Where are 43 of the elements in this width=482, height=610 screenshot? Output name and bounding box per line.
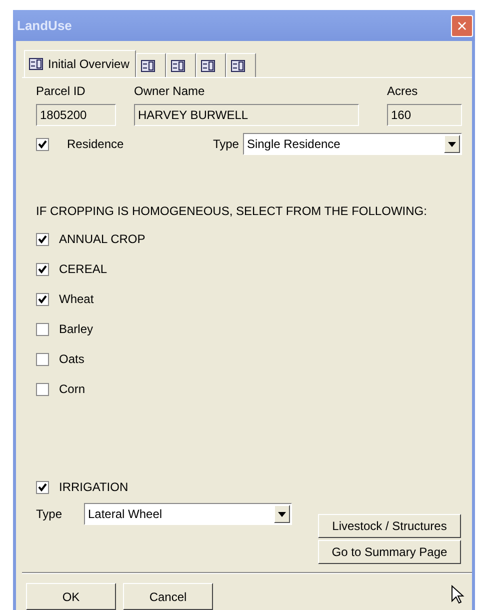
checkbox[interactable] [36,322,49,336]
checkbox-label: Barley [59,321,94,338]
dialog-button[interactable]: OK [26,583,116,610]
form-icon [201,60,216,72]
input-field[interactable]: 160 [387,104,462,126]
field-label: Acres [387,83,419,100]
checkbox-label: IRRIGATION [59,479,128,496]
form-icon [141,60,156,72]
tab[interactable] [226,53,256,77]
action-button[interactable]: Livestock / Structures [318,514,461,538]
tab[interactable]: Initial Overview [24,50,136,77]
checkbox[interactable] [36,138,49,150]
checkbox-label: Oats [59,351,84,368]
action-button[interactable]: Go to Summary Page [318,540,461,564]
form-icon [29,58,43,70]
checkbox[interactable] [36,262,49,276]
field-label: Type [36,506,64,523]
checkbox[interactable] [36,480,49,494]
checkbox-label: Wheat [59,291,94,308]
checkbox-label: ANNUAL CROP [59,231,146,248]
form-icon [231,60,246,72]
section-heading: IF CROPPING IS HOMOGENEOUS, SELECT FROM THE FOLLOWING: [36,203,428,220]
checkbox-label: CEREAL [59,261,108,278]
dialog-button[interactable]: Cancel [123,583,213,610]
form-icon [171,60,186,72]
tab[interactable] [196,53,226,77]
type-dropdown[interactable]: Lateral Wheel [84,503,292,525]
input-field[interactable]: HARVEY BURWELL [134,104,359,126]
input-field[interactable]: 1805200 [36,104,116,126]
cursor-icon [451,585,465,605]
field-label: Owner Name [134,83,206,100]
tab[interactable] [166,53,196,77]
checkbox-label: Corn [59,381,86,398]
field-label: Type [212,136,239,153]
field-label: Parcel ID [36,83,86,100]
checkbox-label: Residence [67,136,125,153]
checkbox[interactable] [36,352,49,366]
checkbox[interactable] [36,232,49,246]
type-dropdown[interactable]: Single Residence [242,133,462,155]
checkbox[interactable] [36,382,49,396]
window-title: LandUse [17,16,72,35]
tab[interactable] [136,53,166,77]
checkbox[interactable] [36,292,49,306]
